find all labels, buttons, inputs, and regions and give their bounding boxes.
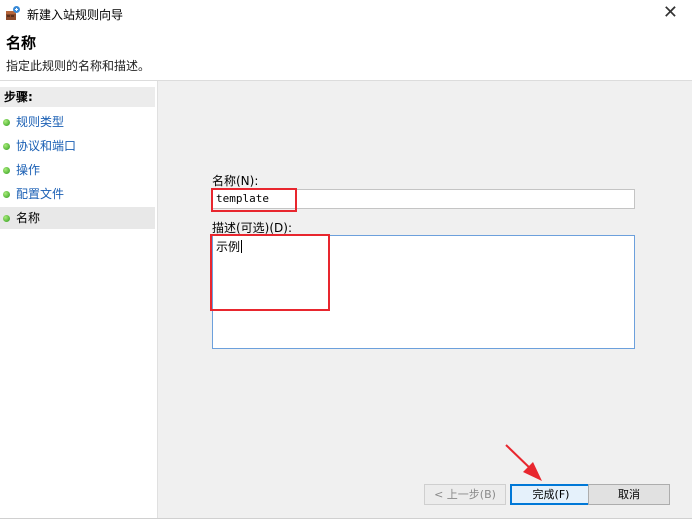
step-status-icon [3,119,10,126]
step-name[interactable]: 名称 [0,207,155,229]
step-profile[interactable]: 配置文件 [0,183,155,205]
title-bar: 新建入站规则向导 ✕ [0,0,692,28]
step-rule-type[interactable]: 规则类型 [0,111,155,133]
text-caret [241,240,243,253]
name-input[interactable]: template [212,189,635,209]
steps-heading: 步骤: [0,87,155,107]
wizard-header: 名称 指定此规则的名称和描述。 [0,28,692,81]
page-subtitle: 指定此规则的名称和描述。 [6,59,151,73]
finish-button[interactable]: 完成(F) [510,484,592,505]
description-textarea[interactable]: 示例 [212,235,635,349]
step-label: 配置文件 [16,187,65,201]
close-icon[interactable]: ✕ [663,4,678,22]
step-label: 协议和端口 [16,139,77,153]
name-label: 名称(N): [212,174,259,188]
step-status-icon [3,215,10,222]
step-status-icon [3,191,10,198]
step-action[interactable]: 操作 [0,159,155,181]
description-text: 示例 [216,240,241,254]
firewall-app-icon [6,6,20,20]
step-label: 规则类型 [16,115,65,129]
window-title: 新建入站规则向导 [27,8,124,22]
step-status-icon [3,167,10,174]
back-button[interactable]: < 上一步(B) [424,484,506,505]
step-protocol-ports[interactable]: 协议和端口 [0,135,155,157]
description-label: 描述(可选)(D): [212,221,293,235]
steps-panel: 步骤: 规则类型 协议和端口 操作 配置文件 名称 [0,81,158,518]
step-label: 名称 [16,211,41,225]
cancel-button[interactable]: 取消 [588,484,670,505]
step-status-icon [3,143,10,150]
page-title: 名称 [6,34,37,52]
step-label: 操作 [16,163,41,177]
